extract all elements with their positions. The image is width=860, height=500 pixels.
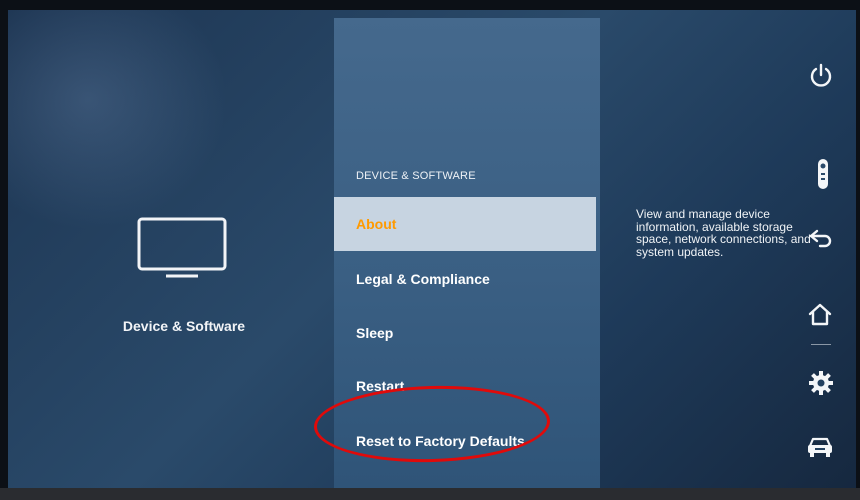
category-title: Device & Software xyxy=(122,318,246,334)
menu-item-legal-compliance[interactable]: Legal & Compliance xyxy=(334,252,596,306)
menu-heading: DEVICE & SOFTWARE xyxy=(356,170,476,182)
power-icon[interactable] xyxy=(808,63,834,89)
category-panel: Device & Software xyxy=(8,10,334,488)
tv-icon xyxy=(137,217,227,278)
back-icon[interactable] xyxy=(808,224,834,250)
settings-icon[interactable] xyxy=(808,370,834,396)
side-divider xyxy=(811,344,831,345)
item-description: View and manage device information, avai… xyxy=(636,207,811,259)
remote-icon[interactable] xyxy=(816,158,830,190)
menu-item-about[interactable]: About xyxy=(334,197,596,251)
home-icon[interactable] xyxy=(807,302,833,328)
menu-item-sleep[interactable]: Sleep xyxy=(334,306,596,360)
tv-bezel xyxy=(0,488,860,500)
car-icon[interactable] xyxy=(806,433,834,459)
